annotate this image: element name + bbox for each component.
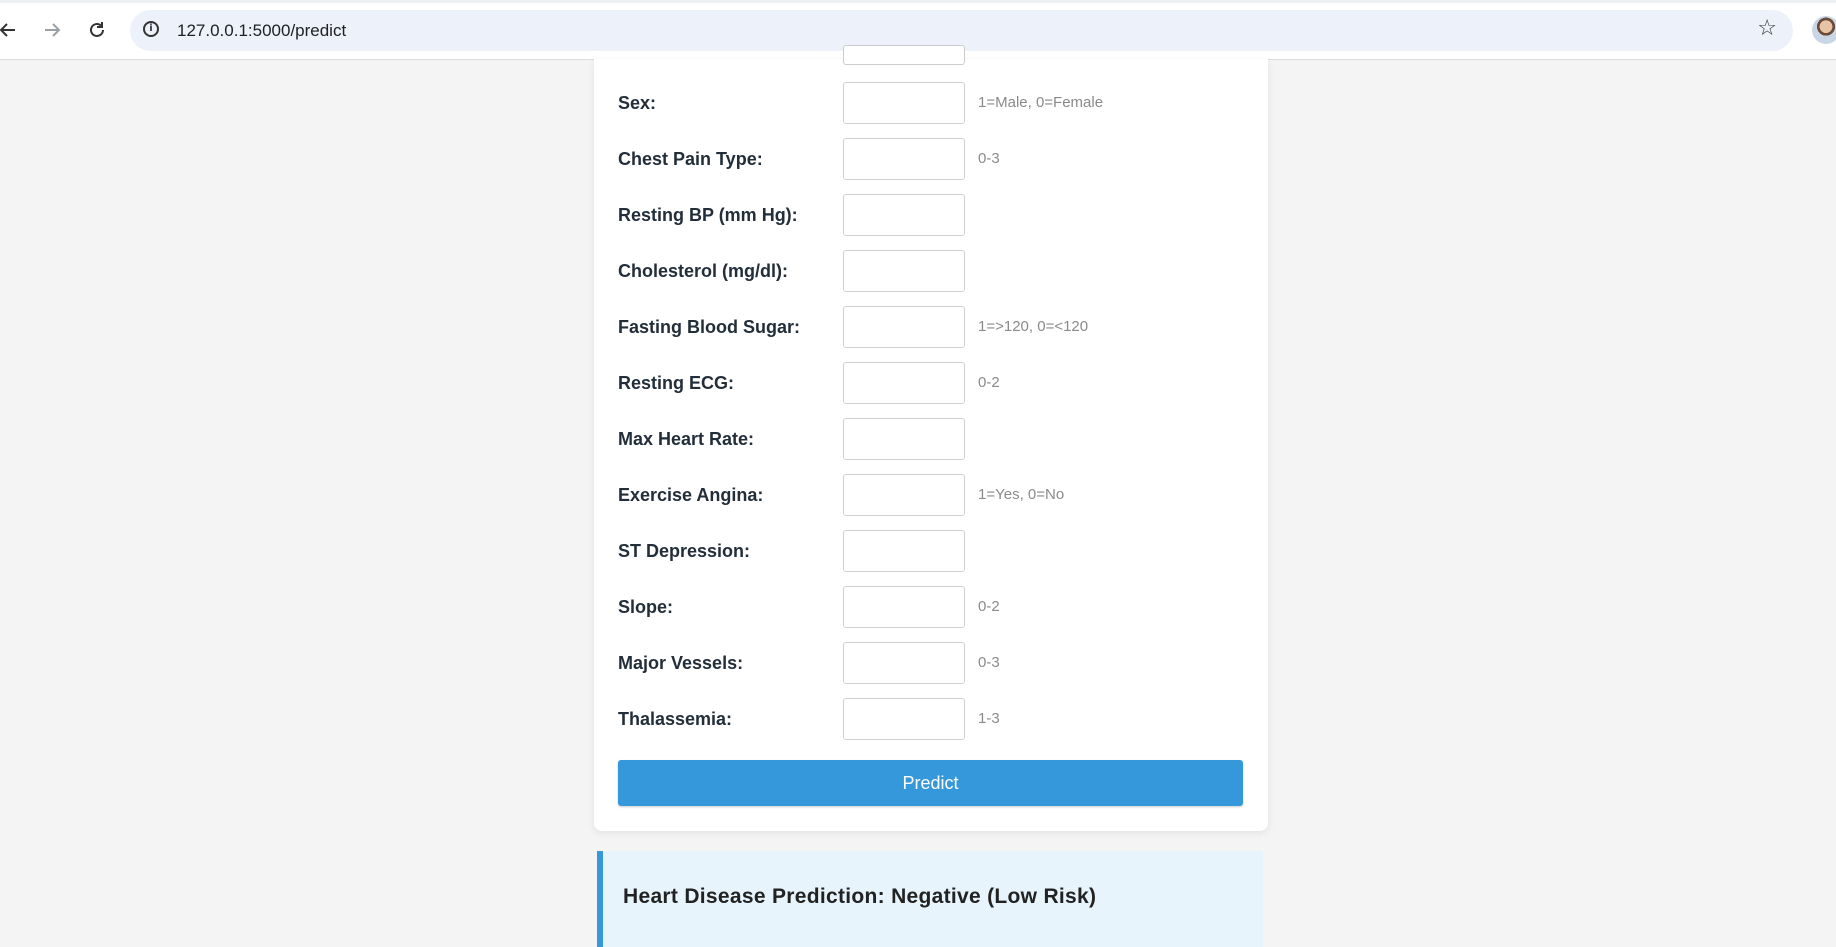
field-label: Sex: [618,93,657,113]
form-row: Fasting Blood Sugar: 1=>120, 0=<120 [618,306,1258,348]
back-button[interactable] [0,12,26,48]
url-text[interactable]: 127.0.0.1:5000/predict [177,21,346,41]
field-input[interactable] [843,642,965,684]
field-label: Major Vessels: [618,653,744,673]
field-label: Cholesterol (mg/dl): [618,261,788,281]
prediction-result: Heart Disease Prediction: Negative (Low … [597,851,1263,947]
field-input[interactable] [843,362,965,404]
form-row: Sex: 1=Male, 0=Female [618,82,1258,124]
field-input[interactable] [843,698,965,740]
form-row: ST Depression: [618,530,1258,572]
field-input[interactable] [843,530,965,572]
form-row: Max Heart Rate: [618,418,1258,460]
prediction-form-card: Sex: 1=Male, 0=Female Chest Pain Type: 0-3 R… [594,45,1268,831]
field-input[interactable] [843,82,965,124]
field-label: ST Depression: [618,541,751,561]
field-label: Slope: [618,597,674,617]
field-label: Thalassemia: [618,709,733,729]
arrow-left-icon [0,23,15,37]
field-hint: 0-3 [978,150,1000,167]
field-hint: 0-2 [978,374,1000,391]
field-input[interactable] [843,194,965,236]
field-input[interactable] [843,250,965,292]
field-label: Chest Pain Type: [618,149,763,169]
field-input[interactable] [843,474,965,516]
form-row: Major Vessels: 0-3 [618,642,1258,684]
field-label: Exercise Angina: [618,485,764,505]
field-hint: 1=>120, 0=<120 [978,318,1089,335]
field-input[interactable] [843,306,965,348]
form-row: Cholesterol (mg/dl): [618,250,1258,292]
predict-button[interactable]: Predict [618,760,1243,806]
form-row: Resting ECG: 0-2 [618,362,1258,404]
info-icon[interactable]: i [143,21,159,37]
forward-button[interactable] [34,12,70,48]
arrow-right-icon [45,23,61,37]
form-row: Thalassemia: 1-3 [618,698,1258,740]
field-input[interactable] [843,418,965,460]
form-row: Resting BP (mm Hg): [618,194,1258,236]
star-icon[interactable]: ☆ [1757,16,1777,41]
form-row: Slope: 0-2 [618,586,1258,628]
field-label: Max Heart Rate: [618,429,755,449]
tab-strip-edge [0,0,1836,3]
field-hint: 1=Yes, 0=No [978,486,1065,503]
field-label: Fasting Blood Sugar: [618,317,800,337]
field-label: Resting ECG: [618,373,735,393]
reload-icon [90,22,104,37]
reload-button[interactable] [79,12,115,48]
field-hint: 0-2 [978,598,1000,615]
field-input[interactable] [843,586,965,628]
field-label: Resting BP (mm Hg): [618,205,798,225]
field-hint: 0-3 [978,654,1000,671]
form-row: Exercise Angina: 1=Yes, 0=No [618,474,1258,516]
profile-avatar[interactable] [1812,16,1836,44]
field-input[interactable] [843,138,965,180]
age-input-partial[interactable] [843,45,965,65]
result-text: Heart Disease Prediction: Negative (Low … [623,885,1097,908]
field-hint: 1=Male, 0=Female [978,94,1104,111]
form-row: Chest Pain Type: 0-3 [618,138,1258,180]
field-hint: 1-3 [978,710,1000,727]
